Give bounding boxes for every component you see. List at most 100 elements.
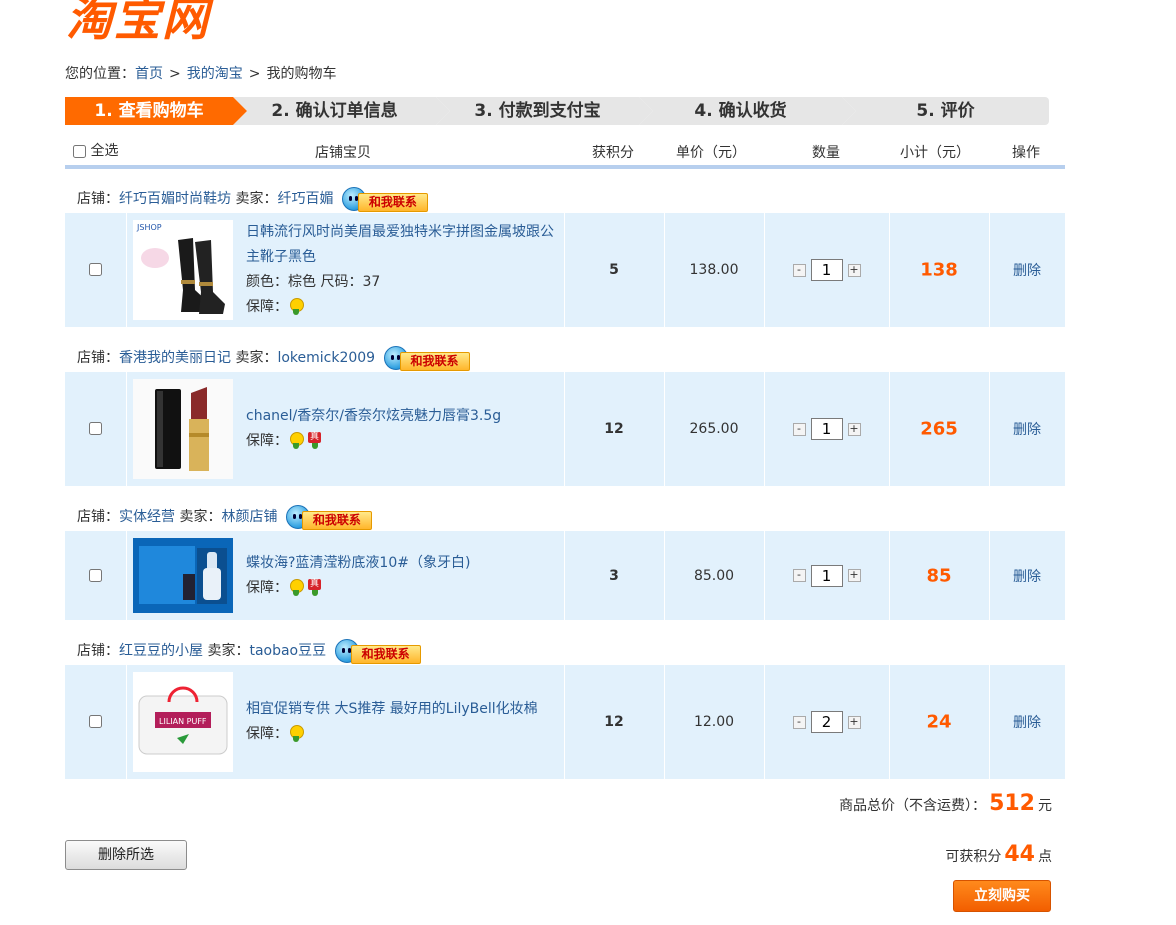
qty-increase-button[interactable]: + — [847, 422, 861, 436]
qty-input[interactable]: 1 — [810, 564, 843, 587]
item-price: 265.00 — [689, 421, 739, 437]
shop-link[interactable]: 红豆豆的小屋 — [119, 643, 203, 659]
seller-link[interactable]: lokemick2009 — [277, 350, 375, 366]
seller-link[interactable]: 林颜店铺 — [221, 509, 277, 525]
total-value: 512 — [989, 791, 1035, 816]
shop-label: 店铺： — [77, 191, 119, 207]
seller-label: 卖家： — [235, 191, 278, 207]
qty-input[interactable]: 2 — [810, 711, 843, 733]
foundation-image — [133, 538, 233, 613]
item-checkbox[interactable] — [89, 568, 102, 582]
col-price: 单价（元） — [676, 145, 746, 161]
breadcrumb-my-taobao[interactable]: 我的淘宝 — [187, 66, 243, 82]
item-points: 5 — [609, 262, 619, 278]
product-title-link[interactable]: chanel/香奈尔/香奈尔炫亮魅力唇膏3.5g — [246, 408, 501, 424]
contact-seller-button[interactable]: 和我联系 — [285, 505, 372, 530]
step-review: 5. 评价 — [842, 97, 1049, 125]
breadcrumb-home[interactable]: 首页 — [135, 66, 163, 82]
item-points: 3 — [609, 567, 619, 584]
consumer-protection-icon[interactable] — [288, 298, 304, 316]
contact-label: 和我联系 — [350, 645, 421, 664]
qty-input[interactable]: 1 — [810, 259, 843, 281]
taobao-logo[interactable]: 淘宝网 — [66, 0, 246, 42]
col-subtotal: 小计（元） — [900, 145, 970, 161]
col-points: 获积分 — [592, 145, 634, 161]
col-op: 操作 — [1012, 145, 1040, 161]
qty-decrease-button[interactable]: - — [792, 422, 806, 436]
guarantee-label: 保障： — [246, 580, 288, 596]
quantity-stepper: -2 + — [792, 711, 861, 733]
step-view-cart: 1. 查看购物车 — [65, 97, 247, 125]
select-all-checkbox[interactable] — [73, 144, 86, 158]
qty-increase-button[interactable]: + — [847, 263, 861, 277]
qty-decrease-button[interactable]: - — [792, 715, 806, 729]
shop-link[interactable]: 香港我的美丽日记 — [119, 350, 231, 366]
qty-decrease-button[interactable]: - — [792, 263, 806, 277]
delete-item-link[interactable]: 删除 — [1013, 569, 1041, 585]
contact-label: 和我联系 — [301, 511, 372, 530]
earned-points: 可获积分 44 点 — [945, 842, 1052, 867]
shop-line: 店铺：红豆豆的小屋 卖家：taobao豆豆 和我联系 — [77, 638, 421, 664]
breadcrumb-current: 我的购物车 — [266, 66, 337, 82]
item-price: 85.00 — [693, 567, 735, 584]
breadcrumb-sep: > — [169, 66, 181, 82]
quantity-stepper: -1 + — [792, 259, 861, 281]
seller-label: 卖家： — [179, 509, 222, 525]
product-thumbnail[interactable]: JSHOP — [133, 220, 233, 320]
genuine-guarantee-icon[interactable] — [307, 432, 323, 450]
qty-increase-button[interactable]: + — [847, 569, 861, 582]
shop-link[interactable]: 纤巧百媚时尚鞋坊 — [119, 191, 231, 207]
cart-table-header: 全选 店铺宝贝 获积分 单价（元） 数量 小计（元） 操作 — [65, 138, 1065, 169]
delete-selected-button[interactable]: 删除所选 — [65, 840, 187, 870]
col-qty: 数量 — [812, 145, 840, 161]
points-value: 44 — [1004, 842, 1035, 867]
product-thumbnail[interactable] — [133, 538, 233, 613]
item-checkbox[interactable] — [89, 715, 102, 728]
item-subtotal: 265 — [920, 418, 958, 440]
genuine-guarantee-icon[interactable] — [307, 579, 323, 597]
breadcrumb-prefix: 您的位置： — [65, 66, 135, 82]
consumer-protection-icon[interactable] — [288, 432, 304, 450]
contact-seller-button[interactable]: 和我联系 — [383, 346, 470, 371]
qty-input[interactable]: 1 — [810, 418, 843, 440]
contact-seller-button[interactable]: 和我联系 — [334, 639, 421, 664]
contact-seller-button[interactable]: 和我联系 — [341, 187, 428, 212]
item-checkbox[interactable] — [89, 422, 102, 435]
seller-label: 卖家： — [207, 643, 250, 659]
shop-line: 店铺：实体经营 卖家：林颜店铺 和我联系 — [77, 504, 372, 530]
seller-link[interactable]: taobao豆豆 — [249, 643, 326, 659]
guarantee-label: 保障： — [246, 726, 288, 742]
cart-item-row: JSHOP 日韩流行风时尚美眉最爱独特米字拼图金属坡跟公主靴子黑色 颜色：棕色 … — [65, 213, 1065, 327]
product-title-link[interactable]: 蝶妆海?蓝清滢粉底液10#（象牙白) — [246, 555, 470, 571]
points-unit: 点 — [1038, 849, 1052, 865]
quantity-stepper: -1 + — [792, 564, 861, 587]
cart-item-row: LILIAN PUFF 相宜促销专供 大S推荐 最好用的LilyBell化妆棉 … — [65, 665, 1065, 779]
product-title-link[interactable]: 日韩流行风时尚美眉最爱独特米字拼图金属坡跟公主靴子黑色 — [246, 224, 554, 265]
buy-now-button[interactable]: 立刻购买 — [953, 880, 1051, 912]
thumb-brand: JSHOP — [136, 223, 162, 232]
item-subtotal: 138 — [920, 259, 958, 281]
total-unit: 元 — [1038, 798, 1052, 814]
lipstick-image — [133, 379, 233, 479]
product-thumbnail[interactable]: LILIAN PUFF — [133, 672, 233, 772]
checkout-steps: 1. 查看购物车 2. 确认订单信息 3. 付款到支付宝 4. 确认收货 5. … — [65, 97, 1049, 125]
seller-link[interactable]: 纤巧百媚 — [277, 191, 333, 207]
boots-image: JSHOP — [133, 220, 233, 320]
item-points: 12 — [604, 714, 624, 730]
select-all[interactable]: 全选 — [73, 140, 118, 160]
delete-item-link[interactable]: 删除 — [1013, 263, 1041, 279]
qty-increase-button[interactable]: + — [847, 715, 861, 729]
cart-item-row: chanel/香奈尔/香奈尔炫亮魅力唇膏3.5g 保障： 12 265.00 -… — [65, 372, 1065, 486]
consumer-protection-icon[interactable] — [288, 579, 304, 597]
item-checkbox[interactable] — [89, 263, 102, 276]
qty-decrease-button[interactable]: - — [792, 569, 806, 582]
delete-item-link[interactable]: 删除 — [1013, 715, 1041, 731]
shop-label: 店铺： — [77, 350, 119, 366]
delete-item-link[interactable]: 删除 — [1013, 422, 1041, 438]
item-subtotal: 24 — [926, 711, 952, 733]
product-thumbnail[interactable] — [133, 379, 233, 479]
product-title-link[interactable]: 相宜促销专供 大S推荐 最好用的LilyBell化妆棉 — [246, 701, 538, 717]
shop-link[interactable]: 实体经营 — [119, 509, 175, 525]
consumer-protection-icon[interactable] — [288, 725, 304, 743]
step-pay: 3. 付款到支付宝 — [436, 97, 653, 125]
